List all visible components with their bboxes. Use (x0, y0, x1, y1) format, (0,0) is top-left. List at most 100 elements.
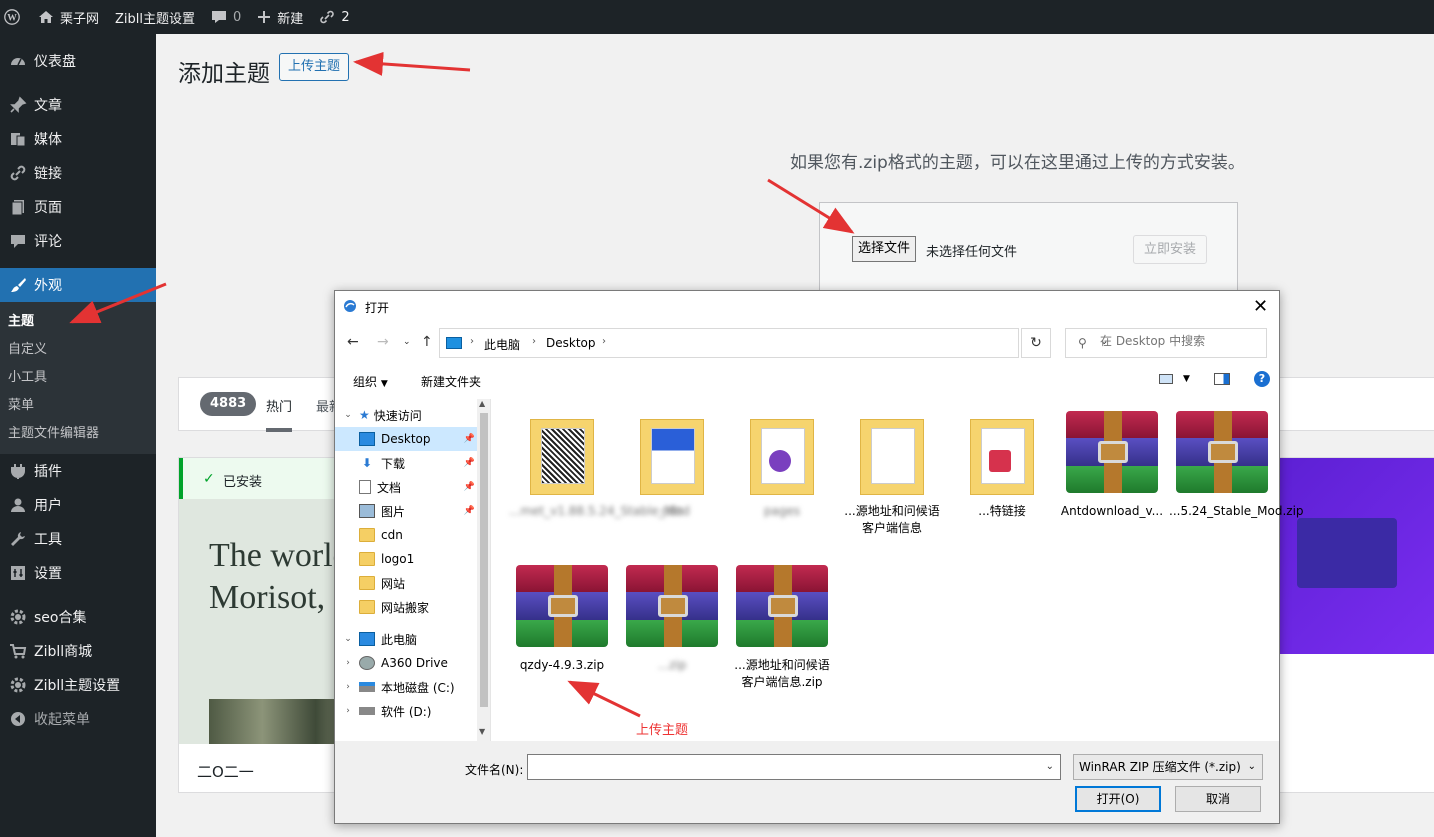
pin-icon[interactable]: 📌 (464, 434, 475, 444)
site-name-link[interactable]: 栗子网 (30, 0, 107, 34)
filename-input[interactable]: ⌄ (527, 754, 1061, 780)
tree-label: cdn (381, 528, 403, 542)
submenu-theme-editor[interactable]: 主题文件编辑器 (0, 420, 156, 448)
tree-pictures[interactable]: 图片 📌 (335, 499, 477, 523)
menu-tools[interactable]: 工具 (0, 522, 156, 556)
cancel-button[interactable]: 取消 (1175, 786, 1261, 812)
tree-documents[interactable]: 文档 📌 (335, 475, 477, 499)
menu-zibll-settings[interactable]: Zibll主题设置 (0, 668, 156, 702)
breadcrumb-desktop[interactable]: Desktop (546, 336, 596, 350)
tree-label: 下载 (381, 456, 406, 471)
theme-settings-link[interactable]: Zibll主题设置 (107, 0, 203, 34)
file-item[interactable]: ...5.24_Stable_Mod.zip (1169, 409, 1304, 520)
new-folder-button[interactable]: 新建文件夹 (421, 373, 481, 390)
preview-pane-icon[interactable] (1213, 373, 1230, 385)
file-item[interactable]: qzdy-4.9.3.zip (509, 563, 615, 674)
tab-popular[interactable]: 热门 (266, 396, 292, 415)
file-item[interactable]: ...zip (619, 563, 725, 674)
wordpress-logo-icon[interactable]: W (0, 0, 30, 34)
menu-settings[interactable]: 设置 (0, 556, 156, 590)
file-type-select[interactable]: WinRAR ZIP 压缩文件 (*.zip) ⌄ (1073, 754, 1263, 780)
expanded-arrow-icon[interactable]: ⌄ (341, 410, 355, 420)
file-item[interactable]: pages (729, 409, 835, 520)
file-item[interactable]: Antdownload_v... (1059, 409, 1165, 520)
tree-disk-d[interactable]: › 软件 (D:) (335, 699, 477, 723)
collapsed-arrow-icon[interactable]: › (341, 658, 355, 668)
menu-dashboard[interactable]: 仪表盘 (0, 44, 156, 78)
submenu-themes[interactable]: 主题 (0, 308, 156, 336)
tree-label: 网站搬家 (381, 600, 430, 615)
file-item[interactable]: ...met_v1.88.5.24_Stable_Mod (509, 409, 690, 520)
menu-users[interactable]: 用户 (0, 488, 156, 522)
file-item[interactable]: ...特链接 (949, 409, 1055, 520)
menu-comments[interactable]: 评论 (0, 224, 156, 258)
menu-label: 媒体 (34, 132, 62, 148)
tree-a360-drive[interactable]: › A360 Drive (335, 651, 477, 675)
tree-disk-c[interactable]: › 本地磁盘 (C:) (335, 675, 477, 699)
comment-icon (212, 11, 227, 23)
chevron-down-icon[interactable]: ⌄ (1046, 761, 1054, 772)
tree-folder-logo1[interactable]: logo1 (335, 547, 477, 571)
forward-arrow-icon[interactable]: → (377, 334, 389, 350)
collapsed-arrow-icon[interactable]: › (341, 706, 355, 716)
dialog-search[interactable]: ⚲ (1065, 328, 1267, 358)
scrollbar-thumb[interactable] (480, 413, 488, 707)
tree-quick-access[interactable]: ⌄ ★ 快速访问 (335, 403, 477, 427)
up-arrow-icon[interactable]: ↑ (421, 334, 433, 350)
menu-appearance[interactable]: 外观 (0, 268, 156, 302)
folder-icon (359, 600, 375, 614)
dialog-footer: 文件名(N): ⌄ WinRAR ZIP 压缩文件 (*.zip) ⌄ 打开(O)… (335, 741, 1279, 823)
new-content-link[interactable]: 新建 (249, 0, 311, 34)
tree-desktop[interactable]: Desktop 📌 (335, 427, 477, 451)
scroll-up-icon[interactable]: ▲ (479, 399, 485, 408)
file-item[interactable]: ...源地址和问候语客户端信息 (839, 409, 945, 537)
choose-file-button[interactable]: 选择文件 (852, 236, 917, 262)
links-link[interactable]: 2 (311, 0, 357, 34)
upload-theme-button[interactable]: 上传主题 (279, 53, 350, 81)
open-button[interactable]: 打开(O) (1075, 786, 1161, 812)
file-item[interactable]: ...源地址和问候语客户端信息.zip (729, 563, 835, 691)
menu-posts[interactable]: 文章 (0, 88, 156, 122)
star-icon: ★ (359, 408, 370, 422)
close-icon[interactable]: ✕ (1253, 296, 1268, 317)
submenu-customize[interactable]: 自定义 (0, 336, 156, 364)
theme-name: 二O二一 (197, 763, 254, 781)
menu-seo[interactable]: seo合集 (0, 600, 156, 634)
file-name: ...zip (657, 658, 687, 672)
breadcrumb-this-pc[interactable]: 此电脑 (484, 336, 520, 353)
recent-dropdown-icon[interactable]: ⌄ (403, 337, 411, 347)
search-input[interactable] (1100, 334, 1260, 348)
menu-media[interactable]: 媒体 (0, 122, 156, 156)
tree-downloads[interactable]: ⬇ 下载 📌 (335, 451, 477, 475)
tree-scrollbar[interactable]: ▲ ▼ (477, 399, 490, 741)
tree-this-pc[interactable]: ⌄ 此电脑 (335, 627, 477, 651)
chevron-down-icon[interactable]: ▼ (1183, 374, 1190, 384)
tree-folder-migration[interactable]: 网站搬家 (335, 595, 477, 619)
scroll-down-icon[interactable]: ▼ (479, 727, 485, 736)
menu-collapse[interactable]: 收起菜单 (0, 702, 156, 736)
cloud-drive-icon (359, 656, 375, 670)
address-bar[interactable]: › 此电脑 › Desktop › ⌄ (439, 328, 1108, 358)
pin-icon[interactable]: 📌 (464, 458, 475, 468)
pin-icon[interactable]: 📌 (464, 506, 475, 516)
menu-links[interactable]: 链接 (0, 156, 156, 190)
comments-link[interactable]: 0 (203, 0, 249, 34)
menu-zibll-shop[interactable]: Zibll商城 (0, 634, 156, 668)
back-arrow-icon[interactable]: ← (347, 334, 359, 350)
menu-plugins[interactable]: 插件 (0, 454, 156, 488)
refresh-icon[interactable]: ↻ (1021, 328, 1051, 358)
tree-folder-website[interactable]: 网站 (335, 571, 477, 595)
help-icon[interactable]: ? (1253, 371, 1270, 387)
organize-button[interactable]: 组织 ▼ (353, 373, 388, 390)
submenu-menus[interactable]: 菜单 (0, 392, 156, 420)
menu-pages[interactable]: 页面 (0, 190, 156, 224)
tree-folder-cdn[interactable]: cdn (335, 523, 477, 547)
breadcrumb-separator-icon: › (470, 336, 474, 347)
install-now-button[interactable]: 立即安装 (1133, 235, 1208, 264)
expanded-arrow-icon[interactable]: ⌄ (341, 634, 355, 644)
collapsed-arrow-icon[interactable]: › (341, 682, 355, 692)
pin-icon[interactable]: 📌 (464, 482, 475, 492)
submenu-widgets[interactable]: 小工具 (0, 364, 156, 392)
view-options-icon[interactable] (1159, 374, 1173, 384)
file-item[interactable]: cdn (619, 409, 725, 520)
